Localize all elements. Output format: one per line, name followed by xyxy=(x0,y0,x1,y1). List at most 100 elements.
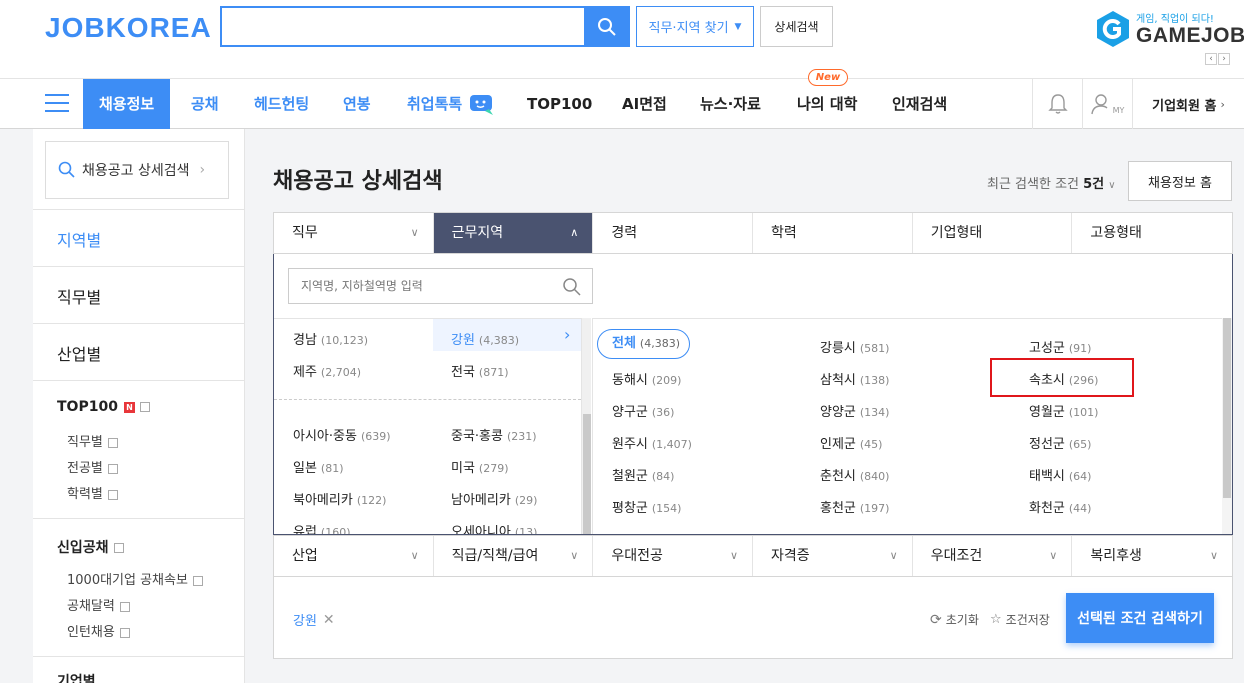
district-name: 삼척시 xyxy=(820,373,856,388)
scroll-thumb[interactable] xyxy=(1223,318,1231,498)
nav-item-talent-search[interactable]: 인재검색 xyxy=(892,79,947,129)
tab-position-salary[interactable]: 직급/직책/급여 ∨ xyxy=(434,536,594,576)
sidebar-item-top100[interactable]: TOP100 N xyxy=(57,399,150,415)
region-item[interactable]: 미국 (279) xyxy=(451,457,509,476)
sidebar-sub-top100-job[interactable]: 직무별 xyxy=(67,431,118,450)
sidebar-item-region[interactable]: 지역별 xyxy=(57,227,101,251)
sidebar-sub-top100-edu[interactable]: 학력별 xyxy=(67,483,118,502)
district-item[interactable]: 정선군 (65) xyxy=(1029,433,1091,452)
jobs-home-button[interactable]: 채용정보 홈 xyxy=(1128,161,1232,201)
main-search-input[interactable] xyxy=(222,8,582,45)
search-button[interactable] xyxy=(584,6,630,47)
notification-button[interactable] xyxy=(1032,79,1082,129)
banner-next-icon[interactable]: › xyxy=(1218,53,1230,65)
sidebar-sub-newgrad-calendar[interactable]: 공채달력 xyxy=(67,595,130,614)
sidebar-sub-top100-major[interactable]: 전공별 xyxy=(67,457,118,476)
corp-home-button[interactable]: 기업회원 홈 › xyxy=(1132,79,1244,129)
district-item[interactable]: 태백시 (64) xyxy=(1029,465,1091,484)
sidebar-item-job[interactable]: 직무별 xyxy=(57,284,101,308)
region-item[interactable]: 남아메리카 (29) xyxy=(451,489,537,508)
district-item[interactable]: 홍천군 (197) xyxy=(820,497,889,516)
chevron-down-icon: ∨ xyxy=(1108,180,1116,191)
user-icon xyxy=(1090,94,1108,115)
find-job-region-button[interactable]: 직무·지역 찾기 ▼ xyxy=(636,6,754,47)
region-item-selected[interactable]: 강원 (4,383) xyxy=(451,329,519,348)
nav-item-public[interactable]: 공채 xyxy=(191,79,219,129)
tab-preferred-condition[interactable]: 우대조건 ∨ xyxy=(913,536,1073,576)
reset-button[interactable]: ⟳ 초기화 xyxy=(930,611,979,628)
district-item[interactable]: 삼척시 (138) xyxy=(820,369,889,388)
search-icon[interactable] xyxy=(562,277,582,297)
tab-preferred-major[interactable]: 우대전공 ∨ xyxy=(593,536,754,576)
close-icon[interactable]: ✕ xyxy=(323,612,335,628)
sidebar-item-company[interactable]: 기업별 xyxy=(57,671,96,683)
region-item[interactable]: 경남 (10,123) xyxy=(293,329,368,348)
menu-icon[interactable] xyxy=(45,94,69,114)
district-count: (209) xyxy=(651,374,682,387)
nav-item-my-university[interactable]: 나의 대학 xyxy=(797,79,857,129)
sidebar-sub-newgrad-1000[interactable]: 1000대기업 공채속보 xyxy=(67,569,203,588)
district-item[interactable]: 철원군 (84) xyxy=(612,465,674,484)
district-item[interactable]: 춘천시 (840) xyxy=(820,465,889,484)
region-item[interactable]: 유럽 (160) xyxy=(293,521,351,534)
district-item[interactable]: 고성군 (91) xyxy=(1029,337,1091,356)
district-name: 양양군 xyxy=(820,405,856,420)
district-item[interactable]: 화천군 (44) xyxy=(1029,497,1091,516)
recent-conditions-dropdown[interactable]: 최근 검색한 조건 5건 ∨ xyxy=(987,173,1116,192)
nav-item-headhunting[interactable]: 헤드헌팅 xyxy=(254,79,309,129)
district-item[interactable]: 양구군 (36) xyxy=(612,401,674,420)
nav-item-talk[interactable]: 취업톡톡 xyxy=(407,79,495,129)
district-count: (101) xyxy=(1068,406,1099,419)
chevron-right-icon: › xyxy=(564,325,571,344)
nav-item-news[interactable]: 뉴스·자료 xyxy=(700,79,761,129)
district-item[interactable]: 인제군 (45) xyxy=(820,433,882,452)
region-item[interactable]: 오세아니아 (13) xyxy=(451,521,537,534)
region-item[interactable]: 일본 (81) xyxy=(293,457,344,476)
district-item[interactable]: 원주시 (1,407) xyxy=(612,433,692,452)
detail-search-button[interactable]: 상세검색 xyxy=(760,6,833,47)
region-item[interactable]: 중국·홍콩 (231) xyxy=(451,425,537,444)
sidebar-item-newgrad-label: 신입공채 xyxy=(57,540,109,556)
tab-job[interactable]: 직무 ∨ xyxy=(274,213,434,253)
district-item[interactable]: 강릉시 (581) xyxy=(820,337,889,356)
tab-company-type[interactable]: 기업형태 xyxy=(913,213,1073,253)
region-name: 제주 xyxy=(293,365,317,380)
nav-item-talk-label: 취업톡톡 xyxy=(407,95,463,113)
district-item[interactable]: 양양군 (134) xyxy=(820,401,889,420)
sidebar-sub-label: 학력별 xyxy=(67,487,103,502)
region-list-scrollbar[interactable] xyxy=(581,318,591,534)
nav-item-top100[interactable]: TOP100 xyxy=(527,79,592,129)
district-item[interactable]: 동해시 (209) xyxy=(612,369,681,388)
jobkorea-logo[interactable]: JOBKOREA xyxy=(45,12,212,44)
tab-industry[interactable]: 산업 ∨ xyxy=(274,536,434,576)
sidebar-item-newgrad[interactable]: 신입공채 xyxy=(57,537,124,557)
nav-item-ai-interview[interactable]: AI면접 xyxy=(622,79,667,129)
district-all-item[interactable]: 전체 (4,383) xyxy=(597,329,690,359)
tab-education[interactable]: 학력 xyxy=(753,213,913,253)
scroll-thumb[interactable] xyxy=(583,414,591,534)
tab-certificate[interactable]: 자격증 ∨ xyxy=(753,536,913,576)
region-item[interactable]: 제주 (2,704) xyxy=(293,361,361,380)
search-selected-button[interactable]: 선택된 조건 검색하기 xyxy=(1066,593,1214,643)
banner-prev-icon[interactable]: ‹ xyxy=(1205,53,1217,65)
sidebar-item-industry[interactable]: 산업별 xyxy=(57,341,101,365)
tab-career[interactable]: 경력 xyxy=(593,213,754,253)
region-item[interactable]: 전국 (871) xyxy=(451,361,509,380)
tab-work-region[interactable]: 근무지역 ∧ xyxy=(433,213,594,253)
district-count: (197) xyxy=(859,502,890,515)
nav-item-jobs[interactable]: 채용정보 xyxy=(83,79,171,129)
region-search-input[interactable] xyxy=(289,269,549,303)
tab-benefits[interactable]: 복리후생 ∨ xyxy=(1072,536,1232,576)
district-item[interactable]: 평창군 (154) xyxy=(612,497,681,516)
sidebar-detail-search[interactable]: 채용공고 상세검색 › xyxy=(45,141,229,199)
nav-item-salary[interactable]: 연봉 xyxy=(343,79,371,129)
district-list-scrollbar[interactable] xyxy=(1222,318,1232,534)
sidebar-sub-newgrad-intern[interactable]: 인턴채용 xyxy=(67,621,130,640)
tab-employment-type[interactable]: 고용형태 xyxy=(1072,213,1232,253)
save-condition-button[interactable]: ☆ 조건저장 xyxy=(990,611,1050,628)
my-page-button[interactable]: MY xyxy=(1082,79,1132,129)
region-item[interactable]: 북아메리카 (122) xyxy=(293,489,386,508)
gamejob-banner[interactable]: 게임, 직업이 되다! GAMEJOB xyxy=(1096,10,1244,52)
district-item[interactable]: 영월군 (101) xyxy=(1029,401,1098,420)
region-item[interactable]: 아시아·중동 (639) xyxy=(293,425,391,444)
